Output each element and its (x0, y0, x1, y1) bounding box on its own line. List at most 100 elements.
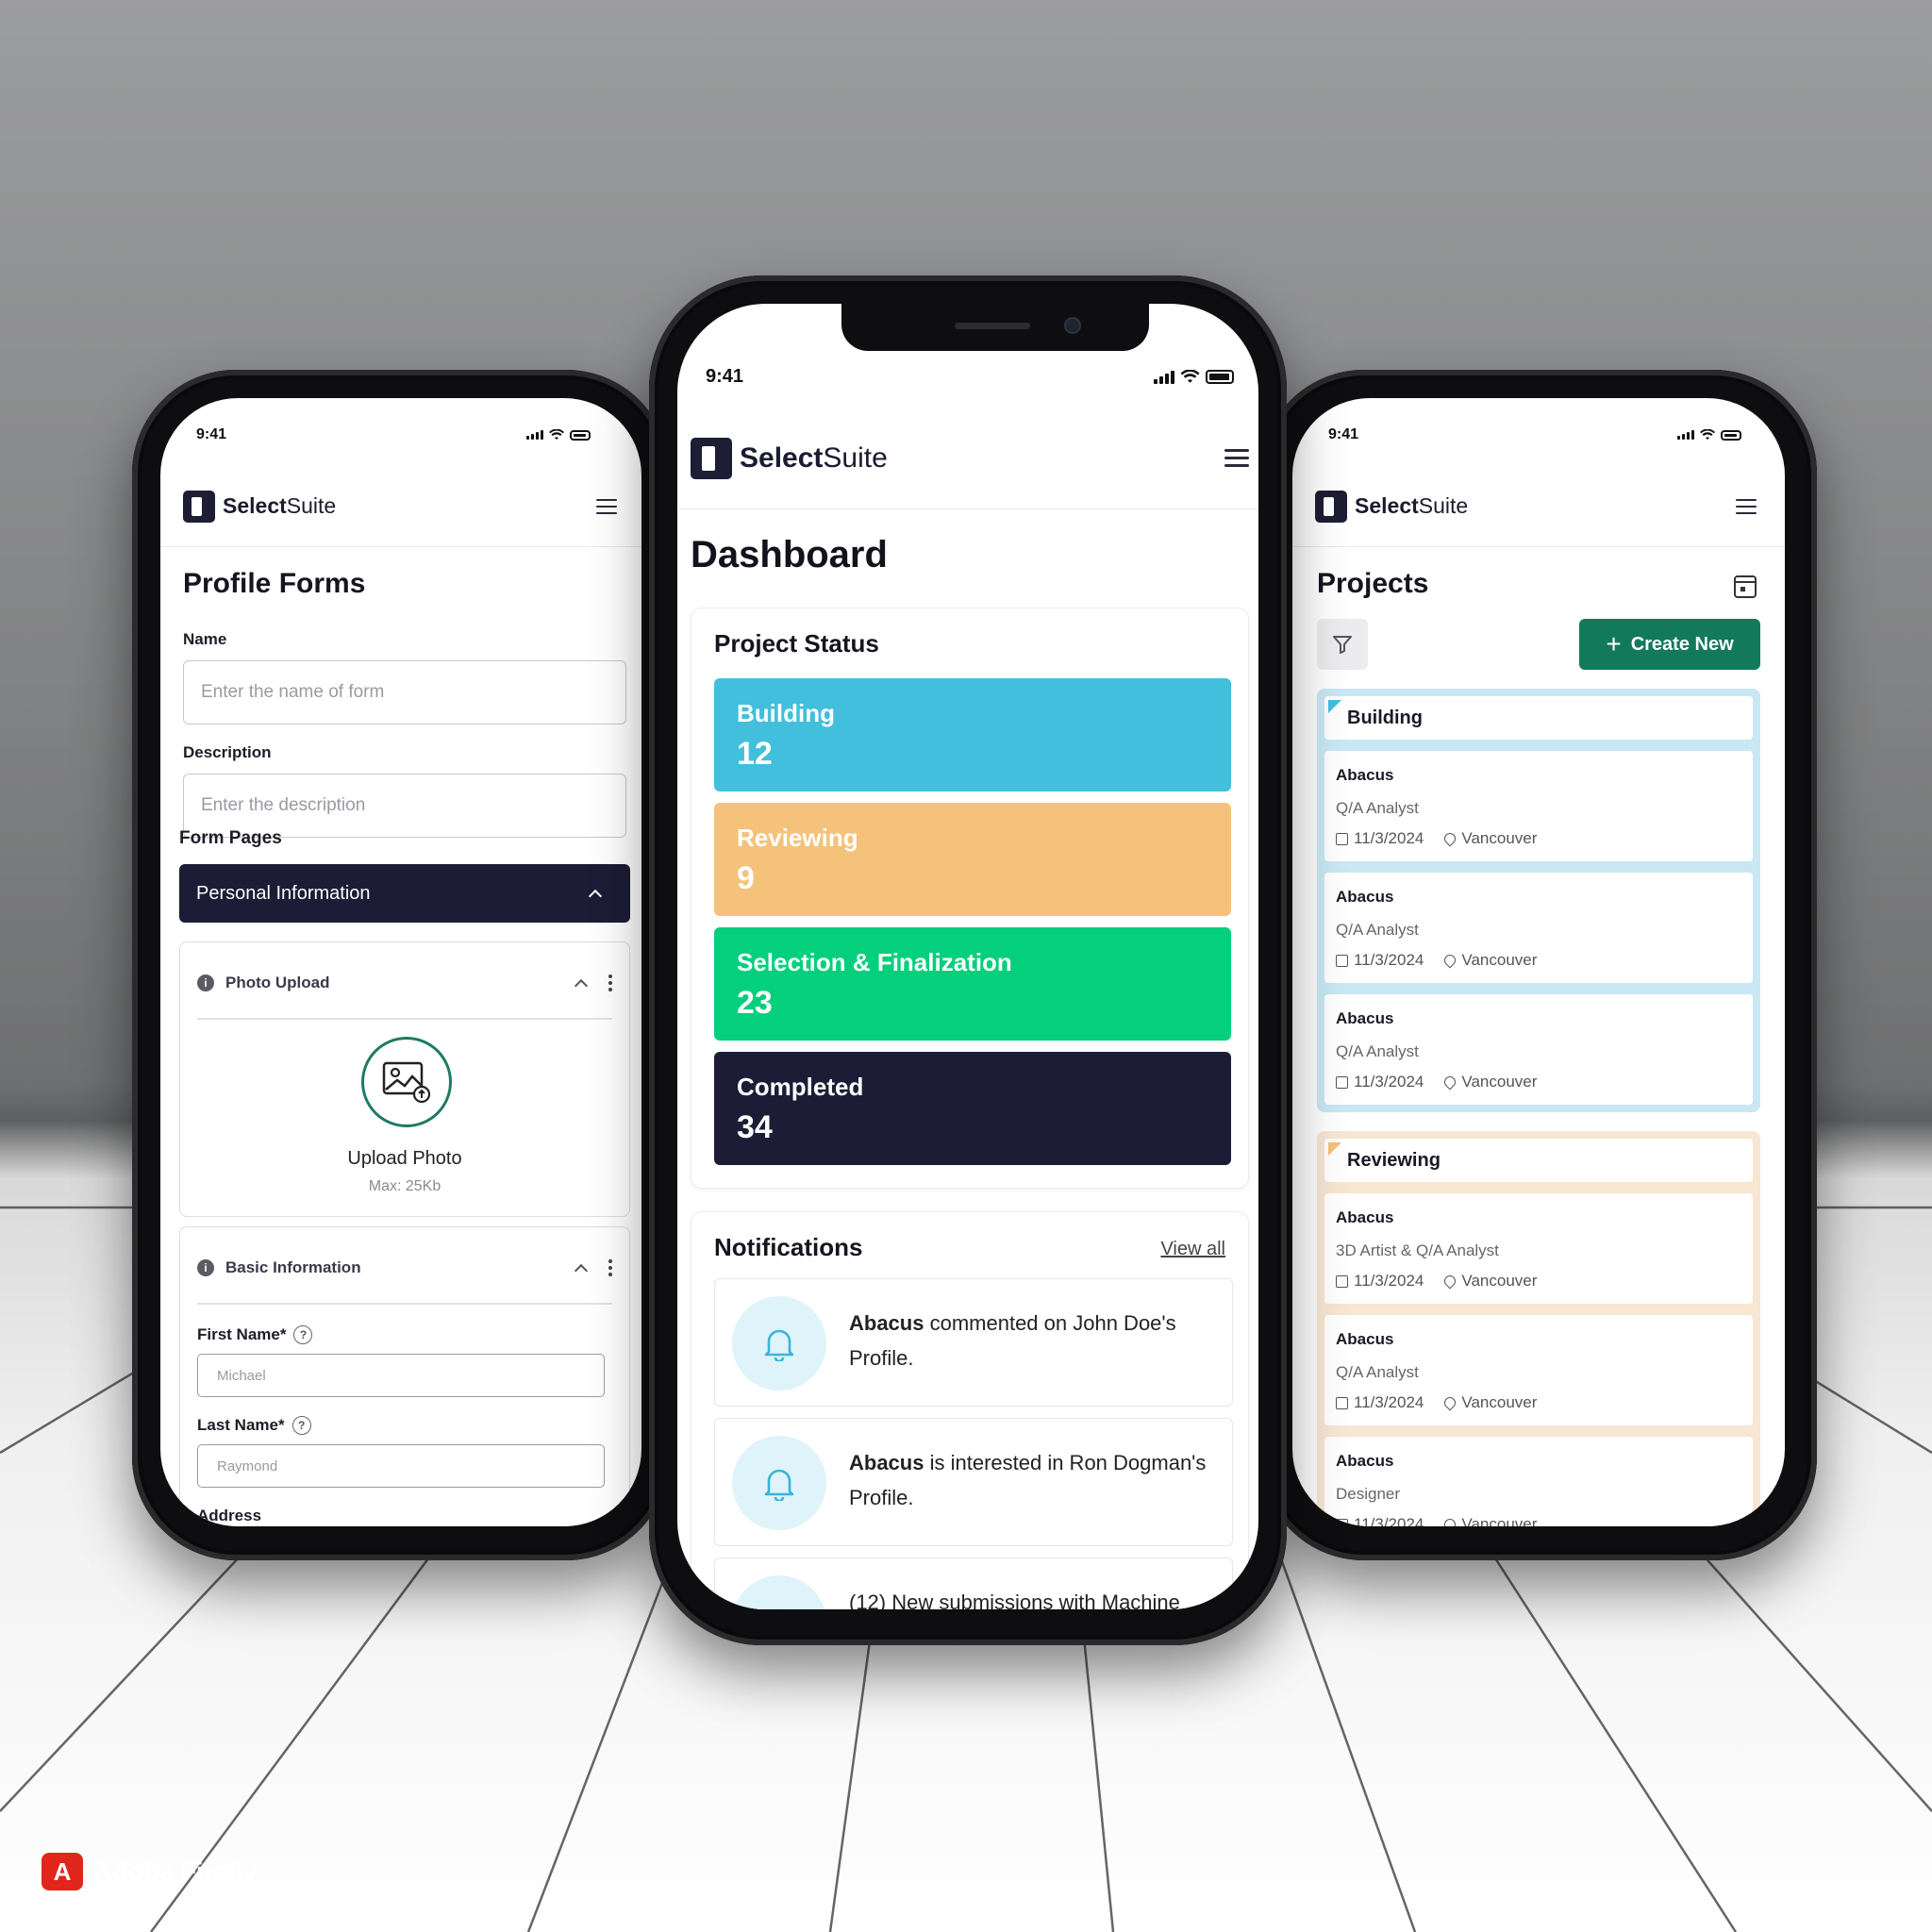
notification-text: Abacus is interested in Ron Dogman's Pro… (849, 1451, 1207, 1509)
help-icon[interactable]: ? (293, 1325, 313, 1344)
corner-flag-icon (1328, 1142, 1341, 1156)
project-status-panel: Project Status Building 12 Reviewing 9 Selec… (691, 608, 1249, 1189)
info-icon: i (197, 1259, 214, 1276)
notification-item[interactable]: (12) New submissions with Machine Operat… (714, 1557, 1233, 1609)
project-location: Vancouver (1461, 1272, 1538, 1290)
divider (197, 1303, 612, 1305)
project-name: Abacus (1336, 1009, 1394, 1027)
status-count: 9 (737, 860, 755, 896)
status-count: 34 (737, 1109, 773, 1145)
calendar-icon (1336, 1075, 1348, 1089)
phone-profile-forms: 9:41 SelectSuite Profile Forms Name Ente… (132, 370, 670, 1560)
bell-icon (732, 1296, 826, 1391)
adobe-logo-icon: A (42, 1853, 83, 1890)
status-time: 9:41 (706, 366, 744, 387)
project-role: Q/A Analyst (1336, 1042, 1419, 1060)
phone-projects: 9:41 SelectSuite Projects + Create New B… (1260, 370, 1817, 1560)
project-location: Vancouver (1461, 1393, 1538, 1411)
menu-icon[interactable] (1736, 498, 1757, 514)
notification-text: (12) New submissions with Machine Operat… (849, 1591, 1180, 1609)
project-name: Abacus (1336, 766, 1394, 784)
menu-icon[interactable] (1224, 449, 1249, 467)
notification-item[interactable]: Abacus commented on John Doe's Profile. (714, 1278, 1233, 1407)
form-name-input[interactable]: Enter the name of form (183, 660, 626, 724)
project-card[interactable]: Abacus Q/A Analyst 11/3/2024 Vancouver (1324, 994, 1753, 1105)
project-date: 11/3/2024 (1354, 829, 1424, 847)
project-card[interactable]: Abacus Q/A Analyst 11/3/2024 Vancouver (1324, 873, 1753, 983)
location-pin-icon (1441, 1074, 1458, 1091)
brand-logo[interactable]: SelectSuite (183, 490, 336, 523)
collapse-chevron-icon[interactable] (574, 978, 589, 992)
first-name-label: First Name*? (197, 1325, 313, 1344)
logo-mark-icon (183, 490, 215, 523)
upload-photo-button[interactable] (361, 1037, 452, 1127)
photo-upload-card: i Photo Upload Upload Photo Max: 25Kb (179, 941, 630, 1217)
image-upload-icon (382, 1061, 431, 1104)
calendar-icon (1336, 1274, 1348, 1288)
status-label: Reviewing (737, 824, 858, 852)
app-header: SelectSuite (1292, 466, 1785, 547)
upload-photo-label: Upload Photo (347, 1148, 462, 1169)
more-options-icon[interactable] (608, 974, 612, 991)
plus-icon: + (1606, 629, 1622, 658)
view-all-link[interactable]: View all (1160, 1239, 1225, 1260)
upload-size-hint: Max: 25Kb (368, 1178, 441, 1194)
screen: 9:41 SelectSuite Dashboard Project Statu… (677, 304, 1258, 1609)
project-date: 11/3/2024 (1354, 951, 1424, 969)
app-header: SelectSuite (160, 466, 641, 547)
collapse-chevron-icon[interactable] (574, 1263, 589, 1277)
project-role: Designer (1336, 1485, 1401, 1503)
panel-title: Notifications (714, 1233, 863, 1261)
project-card[interactable]: Abacus 3D Artist & Q/A Analyst 11/3/2024 Va… (1324, 1193, 1753, 1304)
screen: 9:41 SelectSuite Profile Forms Name Ente… (160, 398, 641, 1526)
notification-item[interactable]: Abacus is interested in Ron Dogman's Pro… (714, 1418, 1233, 1546)
brand-logo[interactable]: SelectSuite (691, 437, 888, 479)
page-title: Profile Forms (183, 568, 366, 599)
battery-icon (1721, 429, 1741, 441)
create-new-button[interactable]: + Create New (1579, 619, 1760, 670)
status-tile[interactable]: Building 12 (714, 678, 1231, 791)
project-card[interactable]: Abacus Q/A Analyst 11/3/2024 Vancouver (1324, 751, 1753, 861)
menu-icon[interactable] (596, 498, 617, 514)
bell-icon (732, 1575, 826, 1609)
status-tile[interactable]: Reviewing 9 (714, 803, 1231, 916)
wifi-icon (549, 429, 564, 440)
project-role: Q/A Analyst (1336, 921, 1419, 939)
project-card[interactable]: Abacus Q/A Analyst 11/3/2024 Vancouver (1324, 1315, 1753, 1425)
project-card[interactable]: Abacus Designer 11/3/2024 Vancouver (1324, 1437, 1753, 1526)
status-label: Selection & Finalization (737, 948, 1012, 976)
app-header: SelectSuite (677, 408, 1258, 509)
status-tile[interactable]: Selection & Finalization 23 (714, 927, 1231, 1041)
project-location: Vancouver (1461, 1073, 1538, 1091)
chevron-up-icon (588, 889, 603, 903)
help-icon[interactable]: ? (291, 1416, 311, 1435)
project-date: 11/3/2024 (1354, 1272, 1424, 1290)
brand-logo[interactable]: SelectSuite (1315, 490, 1468, 523)
notifications-panel: Notifications View all Abacus commented … (691, 1211, 1249, 1609)
phone-dashboard: 9:41 SelectSuite Dashboard Project Statu… (649, 275, 1287, 1645)
first-name-input[interactable]: Michael (197, 1354, 605, 1397)
status-label: Building (737, 699, 835, 727)
status-time: 9:41 (196, 426, 227, 442)
last-name-input[interactable]: Raymond (197, 1444, 605, 1488)
calendar-icon (1336, 954, 1348, 967)
status-label: Completed (737, 1073, 864, 1101)
create-new-label: Create New (1630, 633, 1734, 655)
status-tile[interactable]: Completed 34 (714, 1052, 1231, 1165)
calendar-icon (1336, 1396, 1348, 1409)
filter-button[interactable] (1317, 619, 1368, 670)
form-page-accordion[interactable]: Personal Information (179, 864, 630, 923)
column-header[interactable]: Reviewing (1324, 1139, 1753, 1182)
logo-mark-icon (1315, 490, 1347, 523)
calendar-icon[interactable] (1734, 575, 1757, 598)
divider (197, 1018, 612, 1020)
page-title: Dashboard (691, 534, 888, 575)
status-bar: 9:41 (677, 366, 1258, 388)
signal-icon (1677, 430, 1694, 440)
column-title: Reviewing (1347, 1149, 1441, 1171)
project-role: Q/A Analyst (1336, 1363, 1419, 1381)
battery-icon (1206, 370, 1234, 384)
status-count: 12 (737, 736, 773, 772)
column-header[interactable]: Building (1324, 696, 1753, 740)
more-options-icon[interactable] (608, 1259, 612, 1276)
